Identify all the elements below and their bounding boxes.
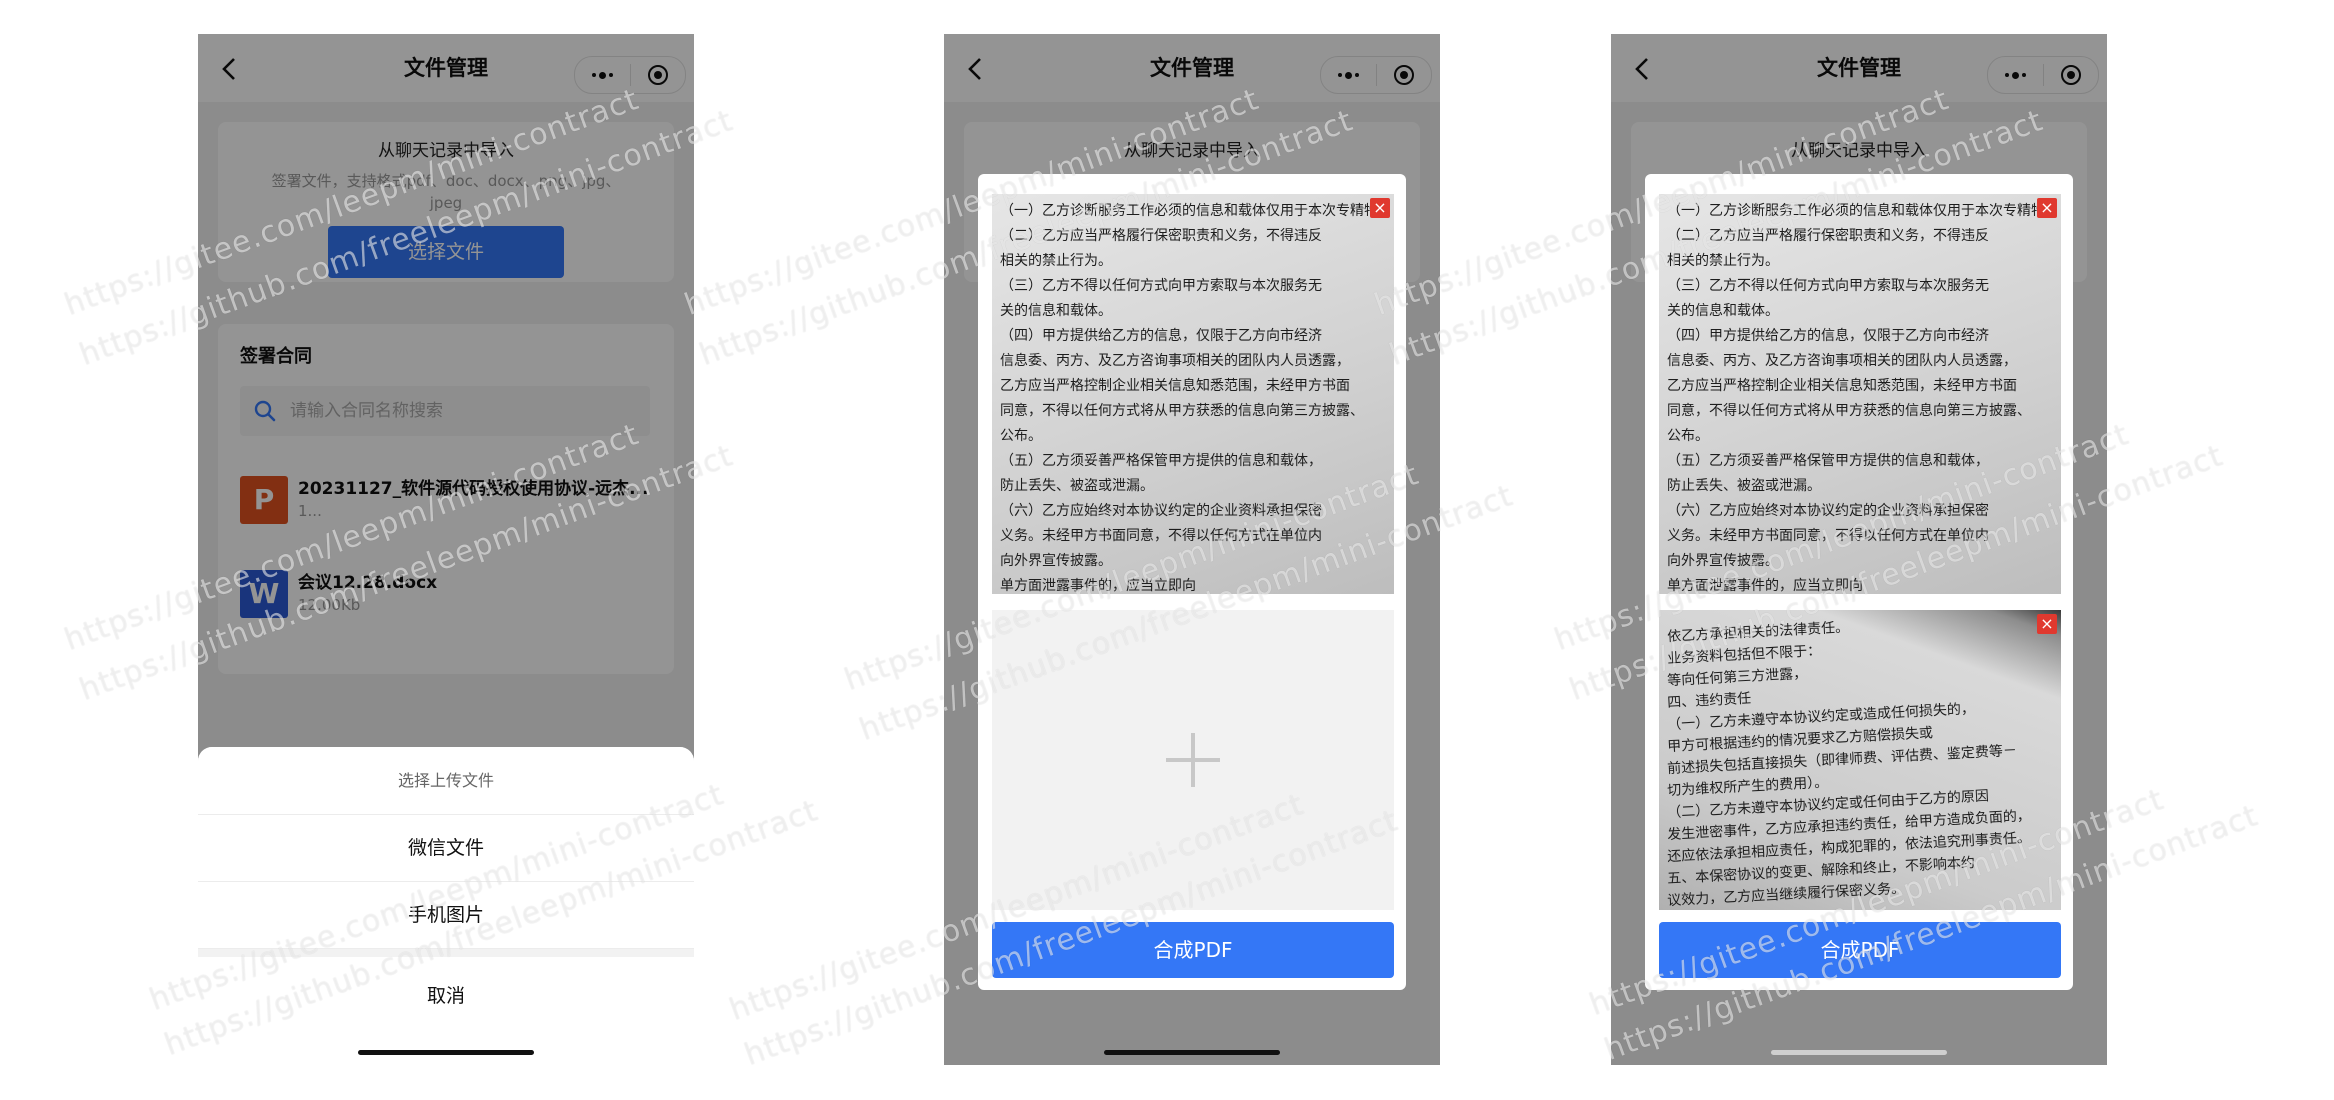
- document-photo: （一）乙方诊断服务工作必须的信息和载体仅用于本次专精特新中 （二）乙方应当严格履行…: [992, 194, 1394, 594]
- document-text-line: （六）乙方应始终对本协议约定的企业资料承担保密: [1000, 503, 1322, 519]
- add-image-slot[interactable]: [992, 610, 1394, 910]
- document-text-line: （四）甲方提供给乙方的信息，仅限于乙方向市经济: [1000, 328, 1322, 344]
- action-sheet-title: 选择上传文件: [198, 747, 694, 815]
- document-text-line: 同意，不得以任何方式将从甲方获悉的信息向第三方披露、: [1000, 403, 1364, 419]
- document-text-line: 同意，不得以任何方式将从甲方获悉的信息向第三方披露、: [1667, 403, 2031, 419]
- document-text-line: 防止丢失、被盗或泄漏。: [1667, 478, 1821, 494]
- document-text-line: 关的信息和载体。: [1667, 303, 1779, 319]
- add-image-icon[interactable]: [1166, 733, 1220, 787]
- document-text-line: （四）甲方提供给乙方的信息，仅限于乙方向市经济: [1667, 328, 1989, 344]
- document-text-line: 乙方应当严格控制企业相关信息知悉范围，未经甲方书面: [1667, 378, 2017, 394]
- delete-image-button[interactable]: ×: [2037, 198, 2057, 218]
- document-text-line: （二）乙方应当严格履行保密职责和义务，不得违反: [1000, 228, 1322, 244]
- document-text-line: 单方面泄露事件的，应当立即向: [1000, 578, 1196, 594]
- document-text-line: 义务。未经甲方书面同意，不得以任何方式在单位内: [1667, 528, 1989, 544]
- document-text-line: （三）乙方不得以任何方式向甲方索取与本次服务无: [1667, 278, 1989, 294]
- screen-merge-pdf-two-images: 文件管理 从聊天记录中导入 （一）乙方诊断服务工作必须的信息和载体仅用于本次专精…: [1611, 34, 2107, 1065]
- document-text-line: （二）乙方应当严格履行保密职责和义务，不得违反: [1667, 228, 1989, 244]
- delete-image-button[interactable]: ×: [2037, 614, 2057, 634]
- document-text-line: （五）乙方须妥善严格保管甲方提供的信息和载体，: [1000, 453, 1322, 469]
- document-text-line: 信息委、丙方、及乙方咨询事项相关的团队内人员透露，: [1667, 353, 2017, 369]
- image-slot: 依乙方承担相关的法律责任。 业务资料包括但不限于： 等向任何第三方泄露， 四、违约责任…: [1659, 610, 2061, 910]
- document-text-line: （一）乙方诊断服务工作必须的信息和载体仅用于本次专精特新中: [1667, 203, 2053, 219]
- document-text-line: 义务。未经甲方书面同意，不得以任何方式在单位内: [1000, 528, 1322, 544]
- action-sheet: 选择上传文件 微信文件 手机图片 取消: [198, 747, 694, 1065]
- document-text-line: （五）乙方须妥善严格保管甲方提供的信息和载体，: [1667, 453, 1989, 469]
- document-text-line: 信息委、丙方、及乙方咨询事项相关的团队内人员透露，: [1000, 353, 1350, 369]
- document-text-line: 公布。: [1000, 428, 1042, 444]
- phone-image-option[interactable]: 手机图片: [198, 882, 694, 949]
- document-text-line: 相关的禁止行为。: [1000, 253, 1112, 269]
- cancel-button[interactable]: 取消: [198, 957, 694, 1065]
- document-text-line: 关的信息和载体。: [1000, 303, 1112, 319]
- document-text-line: 防止丢失、被盗或泄漏。: [1000, 478, 1154, 494]
- screen-file-upload-sheet: 文件管理 从聊天记录中导入 签署文件，支持格式pdf、doc、docx、png、…: [198, 34, 694, 1065]
- wechat-file-option[interactable]: 微信文件: [198, 815, 694, 882]
- document-text-line: （三）乙方不得以任何方式向甲方索取与本次服务无: [1000, 278, 1322, 294]
- screen-merge-pdf-one-image: 文件管理 从聊天记录中导入 （一）乙方诊断服务工作必须的信息和载体仅用于本次专精…: [944, 34, 1440, 1065]
- image-merge-modal: （一）乙方诊断服务工作必须的信息和载体仅用于本次专精特新中 （二）乙方应当严格履行…: [1645, 174, 2073, 990]
- document-text-line: 相关的禁止行为。: [1667, 253, 1779, 269]
- document-text-line: （六）乙方应始终对本协议约定的企业资料承担保密: [1667, 503, 1989, 519]
- home-indicator: [358, 1050, 534, 1055]
- document-photo: （一）乙方诊断服务工作必须的信息和载体仅用于本次专精特新中 （二）乙方应当严格履行…: [1659, 194, 2061, 594]
- home-indicator: [1104, 1050, 1280, 1055]
- document-text-line: 向外界宣传披露。: [1667, 553, 1779, 569]
- document-text-line: 公布。: [1667, 428, 1709, 444]
- document-text-line: 乙方应当严格控制企业相关信息知悉范围，未经甲方书面: [1000, 378, 1350, 394]
- merge-pdf-button[interactable]: 合成PDF: [1659, 922, 2061, 978]
- document-text-line: （一）乙方诊断服务工作必须的信息和载体仅用于本次专精特新中: [1000, 203, 1386, 219]
- image-slot: （一）乙方诊断服务工作必须的信息和载体仅用于本次专精特新中 （二）乙方应当严格履行…: [1659, 194, 2061, 594]
- document-text-line: 单方面泄露事件的，应当立即向: [1667, 578, 1863, 594]
- image-merge-modal: （一）乙方诊断服务工作必须的信息和载体仅用于本次专精特新中 （二）乙方应当严格履行…: [978, 174, 1406, 990]
- image-slot: （一）乙方诊断服务工作必须的信息和载体仅用于本次专精特新中 （二）乙方应当严格履行…: [992, 194, 1394, 594]
- home-indicator: [1771, 1050, 1947, 1055]
- document-photo: 依乙方承担相关的法律责任。 业务资料包括但不限于： 等向任何第三方泄露， 四、违约责任…: [1659, 610, 2061, 910]
- merge-pdf-button[interactable]: 合成PDF: [992, 922, 1394, 978]
- document-text-line: 向外界宣传披露。: [1000, 553, 1112, 569]
- delete-image-button[interactable]: ×: [1370, 198, 1390, 218]
